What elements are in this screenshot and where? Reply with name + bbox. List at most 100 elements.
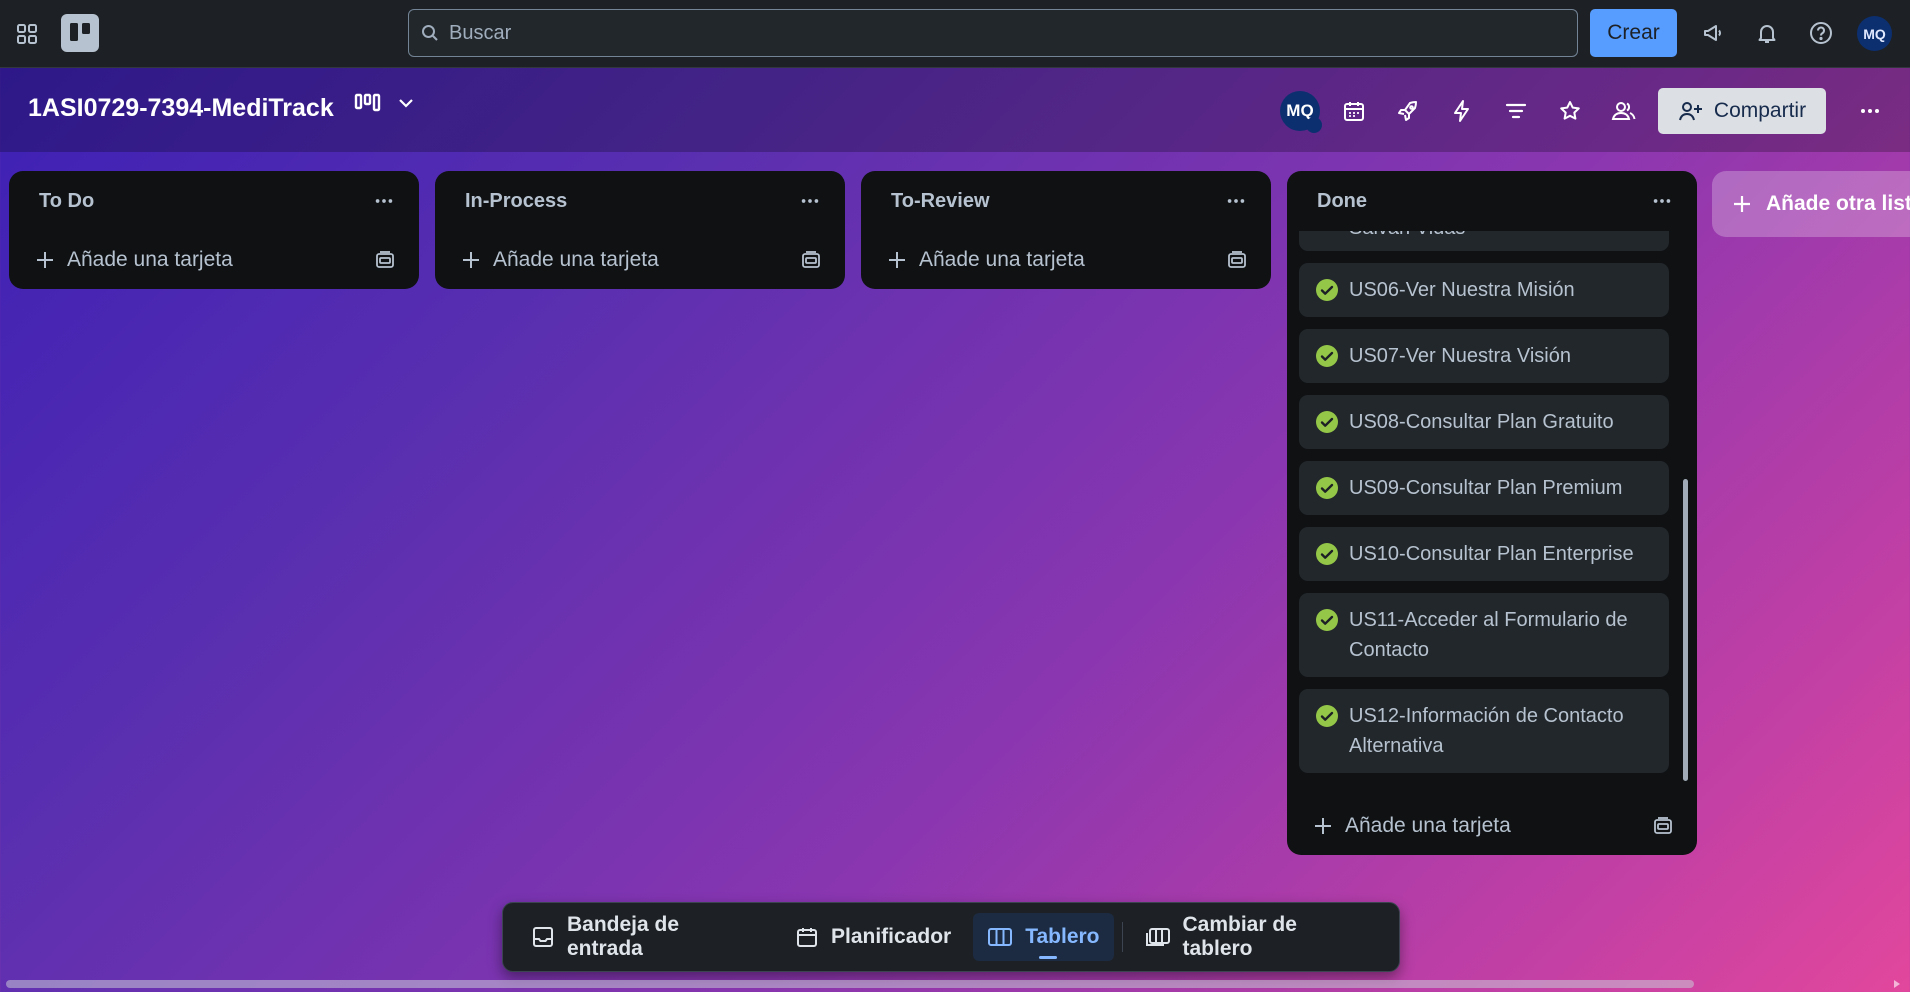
planner-icon [795,925,819,949]
check-circle-icon[interactable] [1315,542,1339,566]
check-circle-icon[interactable] [1315,704,1339,728]
card-title: US10-Consultar Plan Enterprise [1349,543,1634,565]
inbox-icon [531,925,555,949]
list-item[interactable]: US10-Consultar Plan Enterprise [1299,527,1669,581]
list-item[interactable]: Salvan Vidas [1299,231,1669,251]
card-title: US11-Acceder al Formulario de Contacto [1349,609,1628,661]
board-view-icon [354,92,382,114]
rocket-icon[interactable] [1388,91,1428,131]
card-title: US09-Consultar Plan Premium [1349,477,1623,499]
board-header: 1ASI0729-7394-MediTrack MQ Compartir [0,68,1910,152]
planner-label: Planificador [831,925,952,948]
list-item[interactable]: US09-Consultar Plan Premium [1299,461,1669,515]
add-card-button[interactable]: Añade una tarjeta [461,248,659,272]
list-in-process: In-Process Añade una tarjeta [435,171,845,289]
card-title: Salvan Vidas [1349,231,1465,243]
more-icon[interactable] [367,184,401,218]
add-card-button[interactable]: Añade una tarjeta [1313,814,1511,838]
search-icon [421,24,439,42]
template-icon[interactable] [795,244,827,276]
list-title[interactable]: Done [1317,190,1367,213]
scrollbar-thumb[interactable] [1683,479,1688,781]
plus-icon [35,250,55,270]
board-icon [987,925,1013,949]
list-done: Done Salvan Vidas US06-Ver Nuestra Misió… [1287,171,1697,855]
card-title: US06-Ver Nuestra Misión [1349,279,1575,301]
check-circle-icon[interactable] [1315,410,1339,434]
trello-logo-icon[interactable] [61,14,99,52]
template-icon[interactable] [1647,810,1679,842]
check-circle-icon[interactable] [1315,608,1339,632]
help-icon[interactable] [1801,13,1841,53]
apps-icon[interactable] [7,14,47,54]
inbox-tab[interactable]: Bandeja de entrada [517,913,773,961]
card-list[interactable]: Salvan Vidas US06-Ver Nuestra Misión US07… [1287,231,1697,797]
megaphone-icon[interactable] [1693,13,1733,53]
more-icon[interactable] [793,184,827,218]
divider [1121,922,1123,952]
calendar-icon[interactable] [1334,91,1374,131]
list-title[interactable]: To-Review [891,190,990,213]
share-button[interactable]: Compartir [1658,88,1826,134]
share-label: Compartir [1713,99,1807,122]
scroll-right-arrow-icon[interactable] [1892,980,1902,988]
planner-tab[interactable]: Planificador [781,913,965,961]
admin-badge-icon [1306,117,1322,133]
add-card-button[interactable]: Añade una tarjeta [887,248,1085,272]
more-icon[interactable] [1850,91,1890,131]
user-avatar[interactable]: MQ [1857,16,1892,51]
inbox-label: Bandeja de entrada [567,913,680,960]
search-bar[interactable] [408,9,1578,57]
list-item[interactable]: US06-Ver Nuestra Misión [1299,263,1669,317]
list-title[interactable]: In-Process [465,190,567,213]
list-item[interactable]: US11-Acceder al Formulario de Contacto [1299,593,1669,677]
create-button[interactable]: Crear [1590,9,1677,57]
plus-icon [1732,194,1752,214]
check-circle-icon[interactable] [1315,344,1339,368]
board-member-avatar[interactable]: MQ [1280,91,1322,133]
list-to-do: To Do Añade una tarjeta [9,171,419,289]
add-card-button[interactable]: Añade una tarjeta [35,248,233,272]
check-circle-icon[interactable] [1315,476,1339,500]
plus-icon [461,250,481,270]
plus-icon [1313,816,1333,836]
template-icon[interactable] [369,244,401,276]
board-view-switcher[interactable] [354,92,416,114]
board-label: Tablero [1025,925,1100,948]
bottom-switcher: Bandeja de entrada Planificador Tablero … [502,902,1400,972]
board-title[interactable]: 1ASI0729-7394-MediTrack [28,94,334,123]
card-title: US08-Consultar Plan Gratuito [1349,411,1614,433]
plus-icon [887,250,907,270]
add-card-label: Añade una tarjeta [919,248,1085,271]
switch-board-tab[interactable]: Cambiar de tablero [1131,913,1386,961]
check-circle-icon[interactable] [1315,278,1339,302]
search-input[interactable] [449,21,1577,45]
switch-board-icon [1145,925,1171,949]
filter-icon[interactable] [1496,91,1536,131]
card-title: US12-Información de Contacto Alternativa [1349,705,1624,757]
list-item[interactable]: US12-Información de Contacto Alternativa [1299,689,1669,773]
members-icon[interactable] [1604,91,1644,131]
switch-board-label: Cambiar de tablero [1182,913,1297,960]
more-icon[interactable] [1645,184,1679,218]
horizontal-scrollbar[interactable] [6,980,1694,988]
add-list-label: Añade otra lista [1766,192,1910,215]
add-member-icon [1678,99,1704,123]
list-item[interactable]: US07-Ver Nuestra Visión [1299,329,1669,383]
template-icon[interactable] [1221,244,1253,276]
top-navigation-bar: Crear MQ [0,0,1910,68]
bolt-icon[interactable] [1442,91,1482,131]
add-card-label: Añade una tarjeta [1345,814,1511,837]
add-card-label: Añade una tarjeta [493,248,659,271]
board-tab[interactable]: Tablero [973,913,1114,961]
more-icon[interactable] [1219,184,1253,218]
list-item[interactable]: US08-Consultar Plan Gratuito [1299,395,1669,449]
chevron-down-icon [396,93,416,113]
list-to-review: To-Review Añade una tarjeta [861,171,1271,289]
card-title: US07-Ver Nuestra Visión [1349,345,1571,367]
add-list-button[interactable]: Añade otra lista [1712,171,1910,237]
star-icon[interactable] [1550,91,1590,131]
list-title[interactable]: To Do [39,190,94,213]
bell-icon[interactable] [1747,13,1787,53]
add-card-label: Añade una tarjeta [67,248,233,271]
